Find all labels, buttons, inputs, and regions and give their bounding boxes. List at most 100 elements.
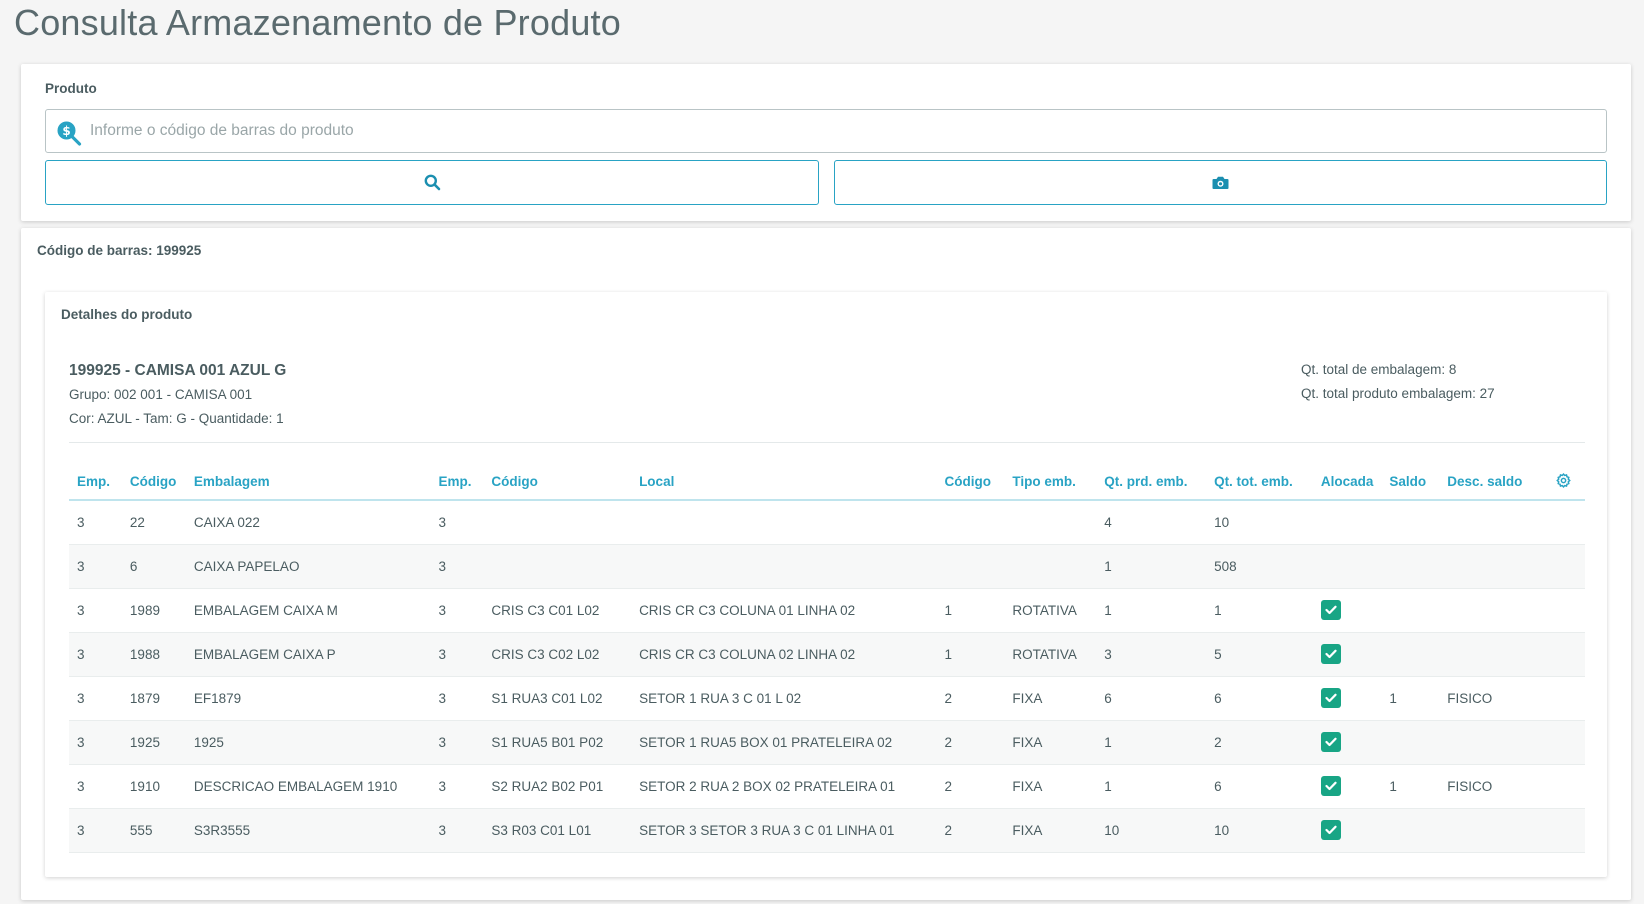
column-header[interactable]: Emp.	[430, 464, 484, 501]
column-header[interactable]: Embalagem	[185, 464, 431, 501]
table-cell: DESCRICAO EMBALAGEM 1910	[185, 764, 431, 809]
table-cell: 2	[936, 808, 1005, 853]
alocada-cell	[1312, 676, 1382, 721]
table-cell: 1	[936, 632, 1005, 677]
table-row[interactable]: 3 6 CAIXA PAPELAO 3 1 508	[69, 544, 1585, 589]
barcode-search-field[interactable]: $	[45, 109, 1607, 153]
table-row[interactable]: 3 22 CAIXA 022 3 4 10	[69, 500, 1585, 545]
table-cell: SETOR 2 RUA 2 BOX 02 PRATELEIRA 01	[631, 764, 937, 809]
allocated-check-icon	[1320, 600, 1341, 620]
table-cell: 3	[430, 632, 484, 677]
table-cell: 3	[69, 500, 122, 545]
table-cell: FISICO	[1439, 764, 1542, 809]
column-header[interactable]: Código	[483, 464, 632, 501]
table-cell: 1910	[121, 764, 186, 809]
allocated-check-icon	[1320, 820, 1341, 840]
table-cell: S3 R03 C01 L01	[483, 808, 632, 853]
product-details-card: Detalhes do produto 199925 - CAMISA 001 …	[45, 292, 1607, 877]
column-header[interactable]: Qt. prd. emb.	[1096, 464, 1207, 501]
table-row[interactable]: 3 1925 1925 3 S1 RUA5 B01 P02 SETOR 1 RUA5 BO…	[69, 720, 1585, 765]
table-cell	[1439, 544, 1542, 589]
column-header[interactable]: Saldo	[1381, 464, 1440, 501]
table-cell	[1381, 632, 1440, 677]
search-button[interactable]	[45, 160, 819, 205]
table-cell: CRIS CR C3 COLUNA 01 LINHA 02	[631, 588, 937, 633]
table-row[interactable]: 3 555 S3R3555 3 S3 R03 C01 L01 SETOR 3 SETOR …	[69, 808, 1585, 853]
table-cell	[1381, 808, 1440, 853]
barcode-input[interactable]	[90, 110, 1600, 152]
barcode-text: Código de barras: 199925	[37, 243, 202, 258]
table-cell: EMBALAGEM CAIXA P	[185, 632, 431, 677]
table-cell: 2	[936, 676, 1005, 721]
table-cell: 3	[69, 808, 122, 853]
column-header[interactable]: Código	[936, 464, 1005, 501]
table-cell: 3	[430, 808, 484, 853]
column-header[interactable]: Tipo emb.	[1004, 464, 1097, 501]
details-title: Detalhes do produto	[61, 307, 193, 322]
table-cell: 3	[430, 676, 484, 721]
table-cell: FIXA	[1004, 764, 1097, 809]
column-header[interactable]: Qt. tot. emb.	[1206, 464, 1313, 501]
alocada-cell	[1312, 720, 1382, 765]
table-cell	[631, 544, 937, 589]
table-cell: EF1879	[185, 676, 431, 721]
table-cell: 6	[1206, 764, 1313, 809]
table-cell	[1439, 588, 1542, 633]
table-cell: 1	[1096, 764, 1207, 809]
column-header[interactable]: Local	[631, 464, 937, 501]
table-cell: 2	[936, 764, 1005, 809]
column-header[interactable]: Código	[121, 464, 186, 501]
table-cell: S1 RUA5 B01 P02	[483, 720, 632, 765]
table-cell	[483, 544, 632, 589]
table-cell	[1381, 720, 1440, 765]
alocada-cell	[1312, 808, 1382, 853]
allocated-check-icon	[1320, 732, 1341, 752]
table-row[interactable]: 3 1910 DESCRICAO EMBALAGEM 1910 3 S2 RUA2 B0…	[69, 764, 1585, 809]
table-cell: 1	[1381, 764, 1440, 809]
table-cell: 1	[1096, 588, 1207, 633]
allocated-check-icon	[1320, 688, 1341, 708]
search-icon	[424, 174, 440, 191]
table-cell: SETOR 1 RUA5 BOX 01 PRATELEIRA 02	[631, 720, 937, 765]
camera-button[interactable]	[834, 160, 1607, 205]
table-cell: 3	[430, 544, 484, 589]
table-cell: 22	[121, 500, 186, 545]
alocada-cell	[1312, 500, 1382, 545]
table-row[interactable]: 3 1989 EMBALAGEM CAIXA M 3 CRIS C3 C01 L02 CR…	[69, 588, 1585, 633]
table-cell: 3	[69, 720, 122, 765]
table-cell-empty	[1541, 720, 1585, 765]
product-group: Grupo: 002 001 - CAMISA 001	[69, 387, 253, 402]
table-cell: CAIXA 022	[185, 500, 431, 545]
table-cell: ROTATIVA	[1004, 632, 1097, 677]
table-settings-button[interactable]	[1541, 464, 1585, 501]
column-header[interactable]: Desc. saldo	[1439, 464, 1542, 501]
svg-text:$: $	[62, 124, 70, 138]
table-cell: 1	[1096, 544, 1207, 589]
table-cell: CRIS C3 C01 L02	[483, 588, 632, 633]
table-row[interactable]: 3 1988 EMBALAGEM CAIXA P 3 CRIS C3 C02 L02 CR…	[69, 632, 1585, 677]
table-cell: ROTATIVA	[1004, 588, 1097, 633]
alocada-cell	[1312, 544, 1382, 589]
table-cell-empty	[1541, 500, 1585, 545]
table-cell: CRIS CR C3 COLUNA 02 LINHA 02	[631, 632, 937, 677]
table-cell: 6	[1206, 676, 1313, 721]
table-cell: 1	[936, 588, 1005, 633]
table-cell	[1439, 632, 1542, 677]
table-cell: 3	[69, 588, 122, 633]
table-cell-empty	[1541, 632, 1585, 677]
table-cell	[483, 500, 632, 545]
table-cell	[1439, 808, 1542, 853]
table-row[interactable]: 3 1879 EF1879 3 S1 RUA3 C01 L02 SETOR 1 RUA 3…	[69, 676, 1585, 721]
table-cell-empty	[1541, 544, 1585, 589]
table-cell: 555	[121, 808, 186, 853]
table-cell: FIXA	[1004, 720, 1097, 765]
table-cell	[936, 500, 1005, 545]
divider	[69, 442, 1585, 443]
table-cell: 2	[936, 720, 1005, 765]
product-attributes: Cor: AZUL - Tam: G - Quantidade: 1	[69, 411, 284, 426]
table-cell: 3	[69, 544, 122, 589]
column-header[interactable]: Emp.	[69, 464, 122, 501]
alocada-cell	[1312, 588, 1382, 633]
column-header[interactable]: Alocada	[1312, 464, 1382, 501]
allocated-check-icon	[1320, 776, 1341, 796]
